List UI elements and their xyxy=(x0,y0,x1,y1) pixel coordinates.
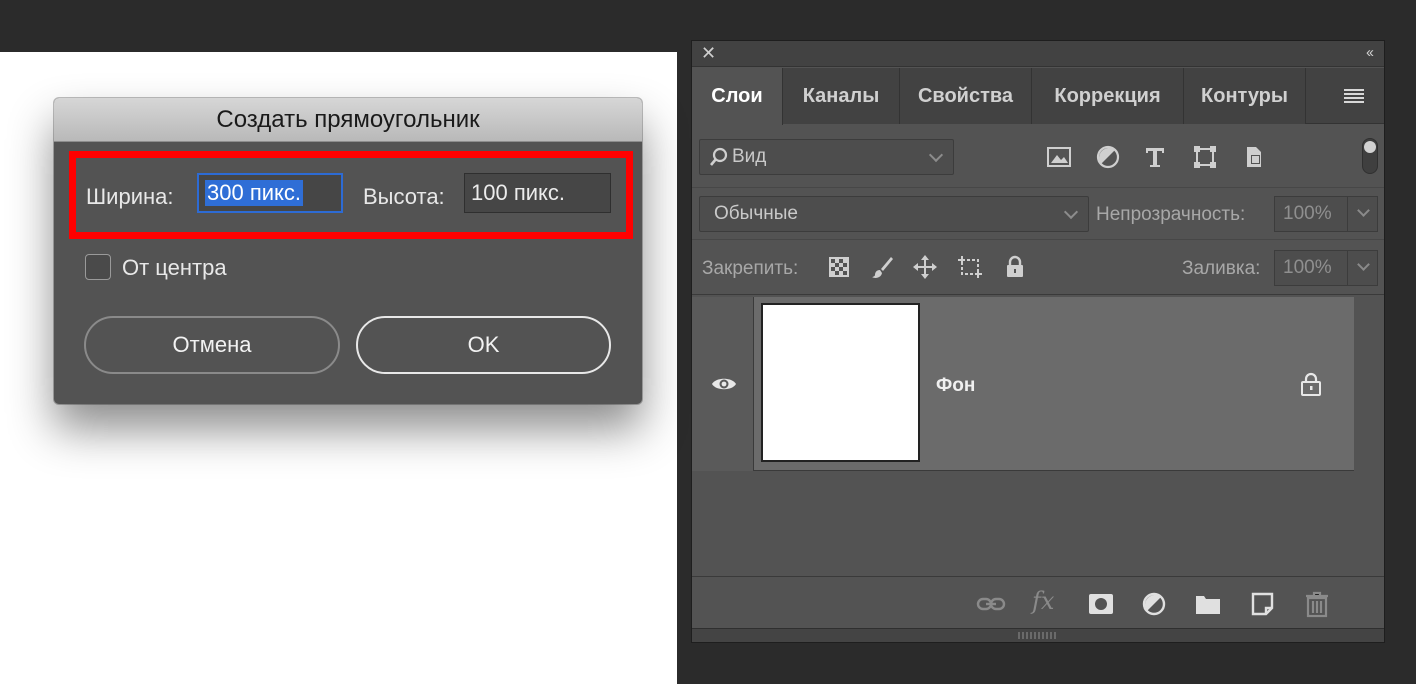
layer-name[interactable]: Фон xyxy=(936,375,975,397)
from-center-label[interactable]: От центра xyxy=(122,255,227,281)
adjustment-filter-icon[interactable] xyxy=(1094,143,1122,171)
width-input[interactable]: 300 пикс. xyxy=(197,173,343,213)
new-layer-icon[interactable] xyxy=(1247,589,1277,619)
cancel-button[interactable]: Отмена xyxy=(84,316,340,374)
opacity-dropdown[interactable] xyxy=(1347,197,1377,231)
type-filter-icon[interactable] xyxy=(1141,143,1169,171)
lock-all-icon[interactable] xyxy=(1002,254,1028,280)
tab-channels[interactable]: Каналы xyxy=(783,68,900,124)
collapse-icon[interactable]: ‹‹ xyxy=(1366,44,1374,61)
tab-paths[interactable]: Контуры xyxy=(1184,68,1306,124)
width-input-value: 300 пикс. xyxy=(205,180,304,206)
panel-footer: fx xyxy=(692,576,1384,628)
blend-row: Обычные Непрозрачность: 100% xyxy=(692,187,1384,237)
adjustment-icon[interactable] xyxy=(1139,589,1169,619)
fill-dropdown[interactable] xyxy=(1347,251,1377,285)
create-rectangle-dialog: Создать прямоугольник Ширина: 300 пикс. … xyxy=(54,98,642,404)
link-icon[interactable] xyxy=(976,589,1006,619)
lock-label: Закрепить: xyxy=(702,258,799,279)
blend-mode-value: Обычные xyxy=(714,203,798,224)
lock-transparent-pixels-icon[interactable] xyxy=(826,254,852,280)
opacity-value: 100% xyxy=(1283,203,1332,224)
chevron-down-icon xyxy=(1357,258,1370,271)
lock-icon xyxy=(1301,372,1321,396)
opacity-label: Непрозрачность: xyxy=(1096,204,1246,225)
panel-topbar: ✕ ‹‹ xyxy=(692,41,1384,67)
height-input[interactable]: 100 пикс. xyxy=(464,173,611,213)
shape-filter-icon[interactable] xyxy=(1191,143,1219,171)
lock-artboard-icon[interactable] xyxy=(957,254,983,280)
chevron-down-icon xyxy=(928,147,944,163)
panel-resize-grip[interactable] xyxy=(692,628,1384,642)
tab-properties[interactable]: Свойства xyxy=(900,68,1032,124)
lock-image-pixels-icon[interactable] xyxy=(869,254,895,280)
lock-row: Закрепить: Заливка: 100% xyxy=(692,239,1384,295)
image-filter-icon[interactable] xyxy=(1045,143,1073,171)
layer-thumbnail[interactable] xyxy=(761,303,920,462)
layers-panel: ✕ ‹‹ Слои Каналы Свойства Коррекция Конт… xyxy=(691,40,1385,643)
opacity-input[interactable]: 100% xyxy=(1274,196,1378,232)
panel-menu-icon[interactable] xyxy=(1324,68,1384,124)
chevron-down-icon xyxy=(1063,204,1079,220)
layer-row[interactable]: Фон xyxy=(692,297,1354,471)
fill-value: 100% xyxy=(1283,257,1332,278)
filter-kind-label: Вид xyxy=(732,146,767,167)
smart-object-filter-icon[interactable] xyxy=(1240,143,1268,171)
tab-layers[interactable]: Слои xyxy=(692,68,783,125)
chevron-down-icon xyxy=(1357,204,1370,217)
search-icon xyxy=(710,147,728,166)
close-icon[interactable]: ✕ xyxy=(701,43,716,64)
dialog-title: Создать прямоугольник xyxy=(54,98,642,142)
from-center-checkbox[interactable] xyxy=(85,254,111,280)
height-label: Высота: xyxy=(363,184,445,209)
trash-icon[interactable] xyxy=(1302,589,1332,619)
fill-input[interactable]: 100% xyxy=(1274,250,1378,286)
width-label: Ширина: xyxy=(86,184,174,209)
fx-icon[interactable]: fx xyxy=(1032,587,1062,617)
layer-filter-row: Вид xyxy=(692,125,1384,179)
fill-label: Заливка: xyxy=(1182,258,1261,279)
ok-button[interactable]: OK xyxy=(356,316,611,374)
blend-mode-select[interactable]: Обычные xyxy=(699,196,1089,232)
panel-tabs: Слои Каналы Свойства Коррекция Контуры xyxy=(692,68,1384,125)
layer-visibility-toggle[interactable] xyxy=(692,297,754,471)
mask-icon[interactable] xyxy=(1086,589,1116,619)
tab-adjustments[interactable]: Коррекция xyxy=(1032,68,1184,124)
lock-position-icon[interactable] xyxy=(912,254,938,280)
filter-kind-select[interactable]: Вид xyxy=(699,139,954,175)
eye-icon xyxy=(712,378,736,390)
filter-toggle[interactable] xyxy=(1362,138,1378,174)
folder-icon[interactable] xyxy=(1193,589,1223,619)
